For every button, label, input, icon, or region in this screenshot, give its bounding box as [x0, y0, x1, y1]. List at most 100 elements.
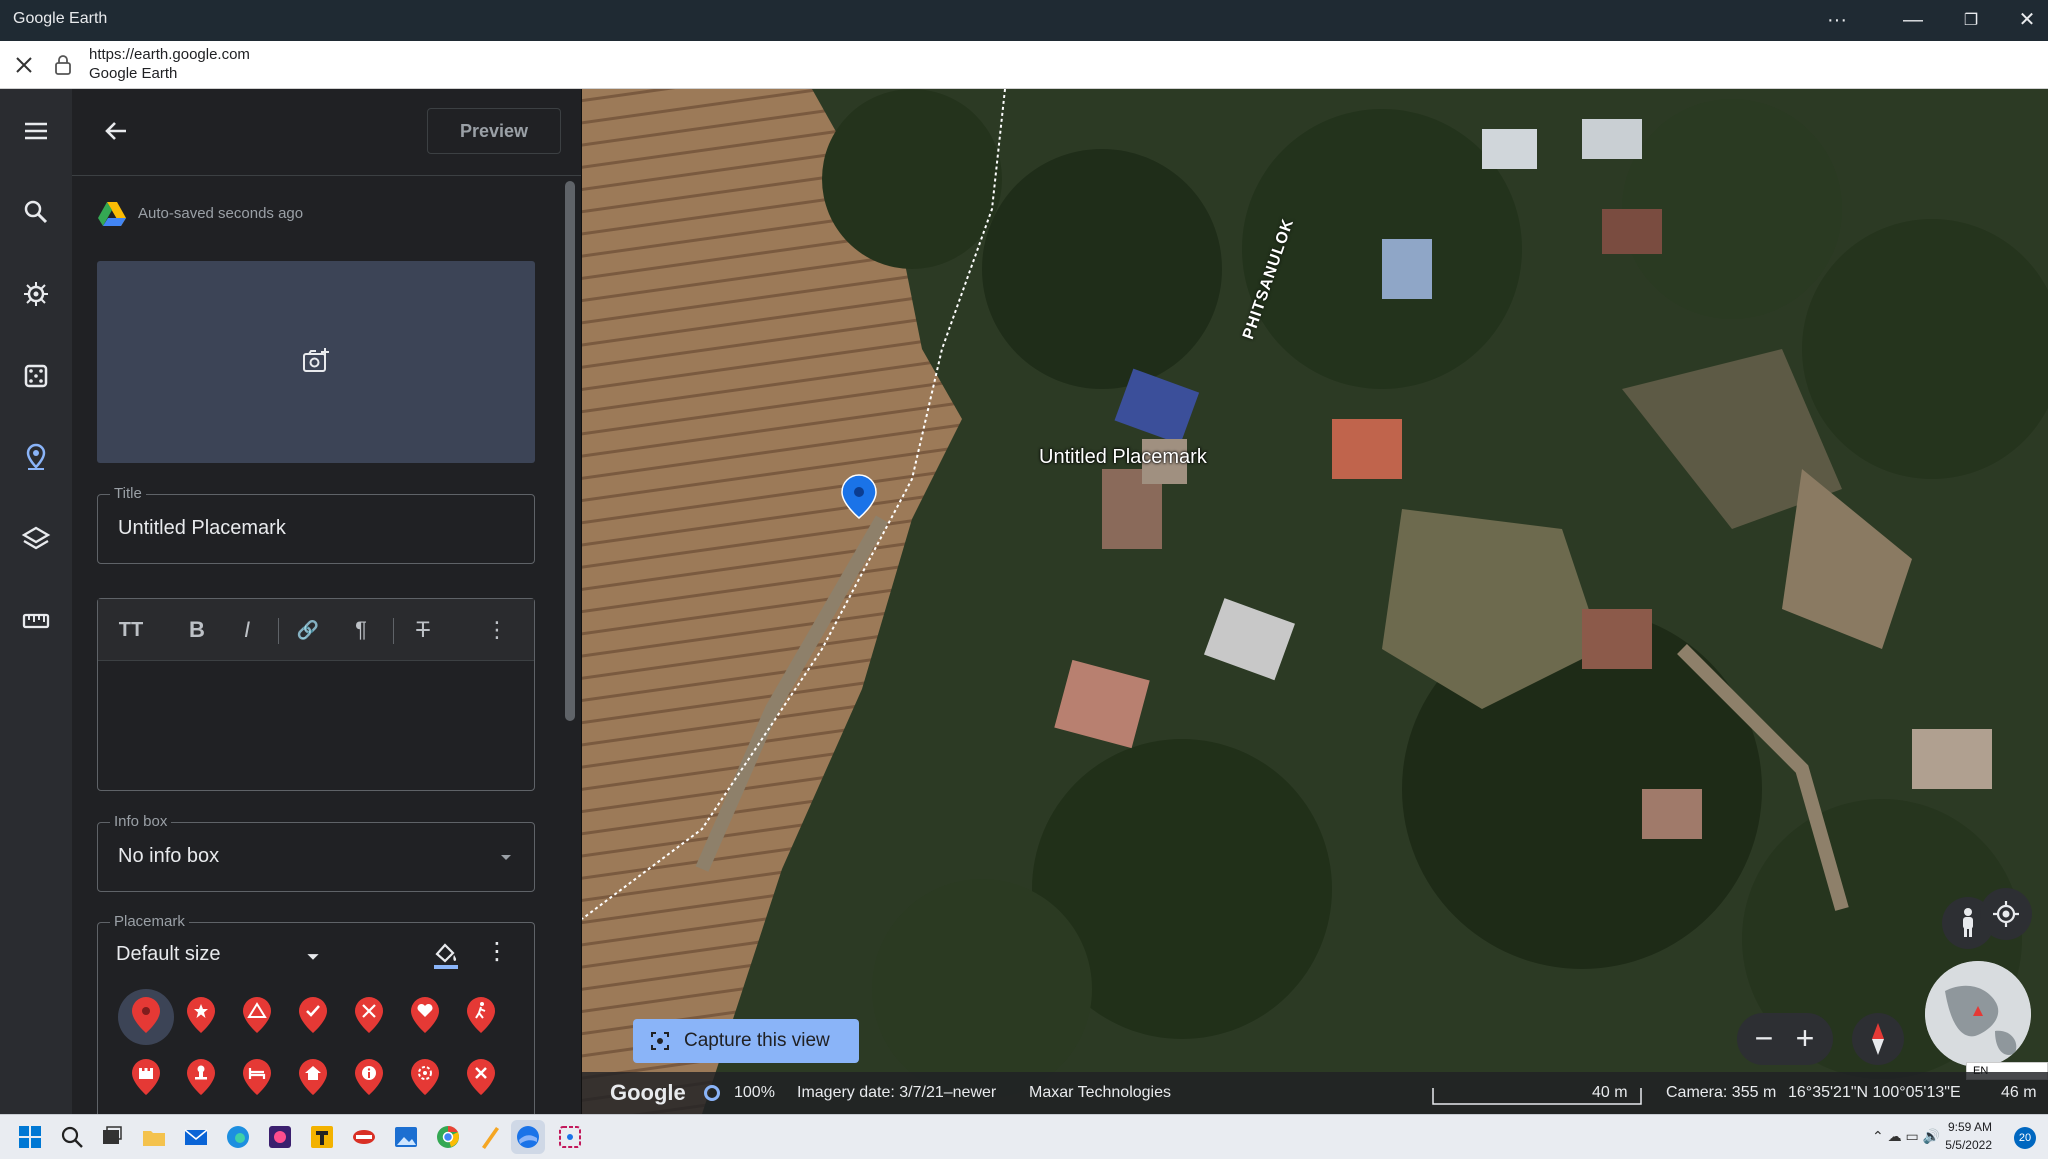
- preview-button[interactable]: Preview: [427, 108, 561, 154]
- imagery-provider[interactable]: Maxar Technologies: [1029, 1084, 1171, 1102]
- search-icon[interactable]: [58, 1123, 86, 1151]
- dropdown-arrow-icon: [501, 855, 511, 860]
- fill-color-icon[interactable]: [432, 940, 460, 970]
- my-location-button[interactable]: [1980, 888, 2032, 940]
- location-icon: [1993, 901, 2019, 927]
- title-bar: Google Earth ··· — ❐ ✕: [0, 0, 2048, 41]
- minimize-button[interactable]: —: [1884, 0, 1942, 41]
- edge-icon[interactable]: [224, 1123, 252, 1151]
- close-window-button[interactable]: ✕: [1998, 0, 2048, 41]
- taskbar: ⌃ ☁ ▭ 🔊 9:59 AM 5/5/2022 20: [0, 1114, 2048, 1159]
- pin-hotel-icon[interactable]: [240, 1057, 274, 1097]
- placemark-legend: Placemark: [110, 913, 189, 930]
- notification-badge[interactable]: 20: [2014, 1127, 2036, 1149]
- photo-editor-icon[interactable]: [266, 1123, 294, 1151]
- snipping-tool-icon[interactable]: [556, 1123, 584, 1151]
- camera-altitude: Camera: 355 m: [1666, 1084, 1777, 1101]
- pin-monument-icon[interactable]: [184, 1057, 218, 1097]
- more-format-button[interactable]: ⋮: [480, 614, 514, 646]
- chrome-icon[interactable]: [434, 1123, 462, 1151]
- back-arrow-icon[interactable]: [100, 115, 132, 147]
- clock[interactable]: 9:59 AM 5/5/2022: [1945, 1118, 1992, 1154]
- search-icon[interactable]: [20, 196, 52, 228]
- pin-restaurant-icon[interactable]: [352, 995, 386, 1035]
- google-earth-taskbar-icon[interactable]: [511, 1120, 545, 1154]
- info-box-select[interactable]: Info box No info box: [97, 813, 535, 892]
- voyager-icon[interactable]: [20, 278, 52, 310]
- globe-icon: [1925, 961, 2031, 1067]
- title-input[interactable]: Untitled Placemark: [118, 517, 286, 540]
- map-style-icon[interactable]: [20, 523, 52, 555]
- photos-app-icon[interactable]: [392, 1123, 420, 1151]
- zoom-control: − +: [1737, 1013, 1833, 1065]
- file-explorer-icon[interactable]: [140, 1123, 168, 1151]
- placemark-more-icon[interactable]: ⋮: [485, 937, 509, 966]
- dropdown-arrow-icon: [307, 954, 319, 960]
- placemark-editor-panel: Preview Auto-saved seconds ago Title Unt…: [72, 89, 582, 1114]
- clear-format-button[interactable]: T: [406, 614, 440, 646]
- feeling-lucky-icon[interactable]: [20, 360, 52, 392]
- more-options-button[interactable]: ···: [1808, 0, 1866, 41]
- pin-dot-icon[interactable]: [129, 995, 163, 1035]
- map-view[interactable]: Untitled Placemark PHITSANULOK Capture t…: [582, 89, 2048, 1114]
- pin-cross-icon[interactable]: [464, 1057, 498, 1097]
- url-text[interactable]: https://earth.google.com: [89, 46, 250, 63]
- pin-star-icon[interactable]: [184, 995, 218, 1035]
- compass-button[interactable]: [1852, 1013, 1904, 1065]
- size-select[interactable]: Default size: [116, 943, 319, 966]
- size-label: Default size: [116, 943, 221, 965]
- pin-check-icon[interactable]: [296, 995, 330, 1035]
- site-name: Google Earth: [89, 65, 178, 82]
- mini-globe[interactable]: [1925, 961, 2031, 1067]
- lock-icon: [55, 55, 71, 75]
- description-editor[interactable]: TT B I 🔗 ¶ T ⋮: [97, 598, 535, 791]
- windows-start-icon[interactable]: [16, 1123, 44, 1151]
- autosave-text: Auto-saved seconds ago: [138, 205, 304, 222]
- pin-home-icon[interactable]: [296, 1057, 330, 1097]
- link-button[interactable]: 🔗: [291, 614, 325, 646]
- toolbar-separator: [393, 618, 394, 644]
- paragraph-button[interactable]: ¶: [344, 614, 378, 646]
- clock-time: 9:59 AM: [1947, 1120, 1992, 1134]
- imagery-date: Imagery date: 3/7/21–newer: [797, 1084, 997, 1101]
- elevation: 46 m: [2001, 1084, 2037, 1101]
- compass-icon: [1872, 1023, 1884, 1055]
- pin-info-icon[interactable]: [352, 1057, 386, 1097]
- pin-heart-icon[interactable]: [408, 995, 442, 1035]
- pin-flower-icon[interactable]: [408, 1057, 442, 1097]
- info-box-legend: Info box: [110, 813, 172, 830]
- pin-castle-icon[interactable]: [129, 1057, 163, 1097]
- zoom-out-button[interactable]: −: [1745, 1021, 1783, 1057]
- text-size-button[interactable]: TT: [114, 614, 148, 646]
- maximize-button[interactable]: ❐: [1942, 0, 2000, 41]
- toolbar-separator: [278, 618, 279, 644]
- panel-scrollbar[interactable]: [565, 181, 575, 721]
- clock-date: 5/5/2022: [1945, 1138, 1992, 1152]
- projects-icon[interactable]: [20, 441, 52, 473]
- panel-divider: [72, 175, 581, 176]
- title-field[interactable]: Title Untitled Placemark: [97, 485, 535, 564]
- format-toolbar: TT B I 🔗 ¶ T ⋮: [98, 599, 534, 661]
- system-tray-icons[interactable]: ⌃ ☁ ▭ 🔊: [1872, 1128, 1940, 1145]
- pin-hiking-icon[interactable]: [464, 995, 498, 1035]
- google-logo: Google: [610, 1080, 686, 1105]
- capture-icon: [651, 1032, 669, 1050]
- zoom-in-button[interactable]: +: [1786, 1021, 1824, 1057]
- task-view-icon[interactable]: [98, 1123, 126, 1151]
- bold-button[interactable]: B: [180, 614, 214, 646]
- capture-view-button[interactable]: Capture this view: [633, 1019, 859, 1063]
- pin-warning-icon[interactable]: [240, 995, 274, 1035]
- satellite-imagery: [582, 89, 2048, 1114]
- italic-button[interactable]: I: [230, 614, 264, 646]
- notes-app-icon[interactable]: [308, 1123, 336, 1151]
- measure-icon[interactable]: [20, 605, 52, 637]
- window-title: Google Earth: [13, 10, 108, 27]
- menu-icon[interactable]: [20, 115, 52, 147]
- add-photo-area[interactable]: [97, 261, 535, 463]
- app-red-icon[interactable]: [350, 1123, 378, 1151]
- close-icon[interactable]: [12, 53, 36, 77]
- mail-icon[interactable]: [182, 1123, 210, 1151]
- status-bar: Google 100% Imagery date: 3/7/21–newer M…: [582, 1072, 2048, 1114]
- load-progress: 100%: [734, 1084, 775, 1101]
- pen-app-icon[interactable]: [476, 1123, 504, 1151]
